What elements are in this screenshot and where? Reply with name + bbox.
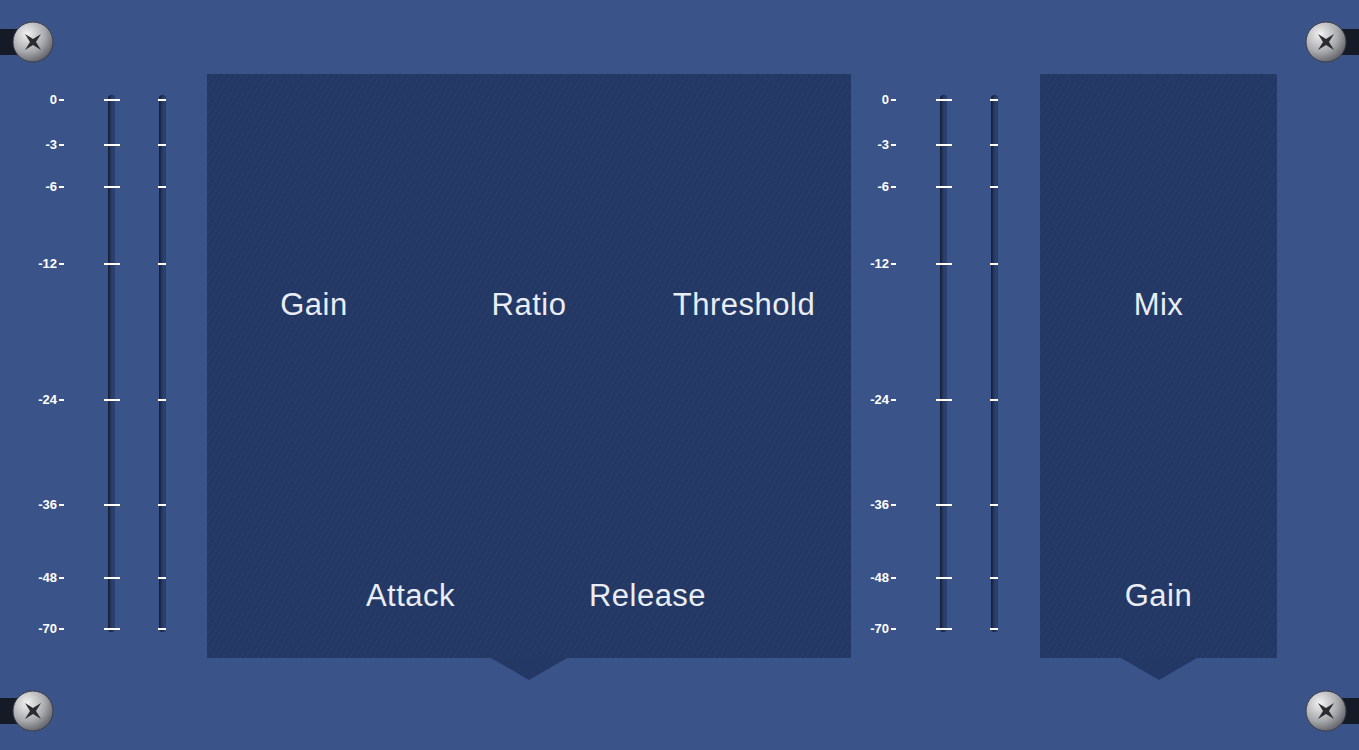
scale-dash bbox=[59, 577, 64, 579]
scale-label: -48 bbox=[852, 571, 889, 585]
meter-tick bbox=[158, 263, 166, 265]
screw bbox=[1279, 20, 1359, 64]
meter-tick bbox=[990, 186, 998, 188]
meter-tick bbox=[158, 399, 166, 401]
meter-tick bbox=[936, 628, 952, 630]
control-label: Ratio bbox=[429, 285, 629, 325]
control-label: Threshold bbox=[644, 285, 844, 325]
scale-dash bbox=[891, 99, 896, 101]
bottom-controls: Gain bbox=[1040, 576, 1277, 616]
scale-label: -6 bbox=[852, 180, 889, 194]
meter-tick bbox=[990, 144, 998, 146]
panel-pointer bbox=[1121, 658, 1197, 680]
screw-icon bbox=[1304, 689, 1348, 733]
scale-label: -36 bbox=[20, 498, 57, 512]
meter-tick bbox=[104, 263, 120, 265]
scale-dash bbox=[59, 399, 64, 401]
control-panel: Mix Gain bbox=[1040, 74, 1277, 658]
meter-tick bbox=[158, 504, 166, 506]
rack-body: 0 -3 -6 -12 -24 -36 -48 -70 Gain Ratio Threshold At… bbox=[0, 0, 1359, 658]
scale-dash bbox=[59, 144, 64, 146]
meter-tick bbox=[936, 263, 952, 265]
meter-tick bbox=[158, 186, 166, 188]
scale-dash bbox=[891, 628, 896, 630]
meter-tick bbox=[936, 99, 952, 101]
compressor-plugin: 0 -3 -6 -12 -24 -36 -48 -70 Gain Ratio Threshold At… bbox=[0, 0, 1359, 750]
meter-tick bbox=[104, 399, 120, 401]
scale-dash bbox=[891, 263, 896, 265]
bottom-controls: Attack Release bbox=[207, 576, 851, 616]
scale-label: -48 bbox=[20, 571, 57, 585]
scale-label: -36 bbox=[852, 498, 889, 512]
scale-dash bbox=[59, 99, 64, 101]
meter-tick bbox=[936, 504, 952, 506]
screw-icon bbox=[11, 20, 55, 64]
meter-tick bbox=[936, 577, 952, 579]
level-meter: 0 -3 -6 -12 -24 -36 -48 -70 bbox=[852, 74, 1040, 658]
scale-dash bbox=[891, 144, 896, 146]
meter-track bbox=[159, 95, 166, 632]
screw bbox=[0, 689, 80, 733]
scale-label: -24 bbox=[852, 393, 889, 407]
scale-dash bbox=[891, 577, 896, 579]
scale-dash bbox=[59, 504, 64, 506]
control-panel: Gain Ratio Threshold Attack Release bbox=[207, 74, 851, 658]
meter-track bbox=[991, 95, 998, 632]
scale-label: 0 bbox=[852, 93, 889, 107]
scale-label: -3 bbox=[20, 138, 57, 152]
screw bbox=[0, 20, 80, 64]
scale-label: -6 bbox=[20, 180, 57, 194]
scale-label: -70 bbox=[852, 622, 889, 636]
scale-dash bbox=[891, 504, 896, 506]
meter-tick bbox=[936, 144, 952, 146]
scale-label: -70 bbox=[20, 622, 57, 636]
control-label: Gain bbox=[1059, 576, 1259, 616]
scale-label: -12 bbox=[852, 257, 889, 271]
control-label: Release bbox=[548, 576, 748, 616]
meter-tick bbox=[158, 577, 166, 579]
scale-label: -3 bbox=[852, 138, 889, 152]
meter-tick bbox=[158, 99, 166, 101]
meter-tick bbox=[158, 144, 166, 146]
meter-tick bbox=[104, 628, 120, 630]
scale-dash bbox=[891, 399, 896, 401]
screw-icon bbox=[11, 689, 55, 733]
meter-tick bbox=[104, 186, 120, 188]
meter-track bbox=[940, 95, 947, 632]
meter-tick bbox=[990, 577, 998, 579]
panel-pointer bbox=[491, 658, 567, 680]
meter-tick bbox=[990, 99, 998, 101]
scale-dash bbox=[59, 186, 64, 188]
control-label: Gain bbox=[214, 285, 414, 325]
top-controls: Gain Ratio Threshold bbox=[207, 285, 851, 325]
scale-label: -12 bbox=[20, 257, 57, 271]
meter-track bbox=[108, 95, 115, 632]
screw-icon bbox=[1304, 20, 1348, 64]
meter-tick bbox=[104, 577, 120, 579]
meter-tick bbox=[990, 504, 998, 506]
meter-tick bbox=[158, 628, 166, 630]
control-label: Attack bbox=[311, 576, 511, 616]
screw bbox=[1279, 689, 1359, 733]
scale-dash bbox=[59, 263, 64, 265]
top-controls: Mix bbox=[1040, 285, 1277, 325]
meter-tick bbox=[990, 263, 998, 265]
scale-dash bbox=[59, 628, 64, 630]
meter-tick bbox=[936, 399, 952, 401]
level-meter: 0 -3 -6 -12 -24 -36 -48 -70 bbox=[20, 74, 208, 658]
meter-tick bbox=[936, 186, 952, 188]
meter-tick bbox=[990, 628, 998, 630]
meter-tick bbox=[104, 504, 120, 506]
control-label: Mix bbox=[1059, 285, 1259, 325]
scale-label: 0 bbox=[20, 93, 57, 107]
scale-label: -24 bbox=[20, 393, 57, 407]
scale-dash bbox=[891, 186, 896, 188]
meter-tick bbox=[990, 399, 998, 401]
meter-tick bbox=[104, 99, 120, 101]
meter-tick bbox=[104, 144, 120, 146]
